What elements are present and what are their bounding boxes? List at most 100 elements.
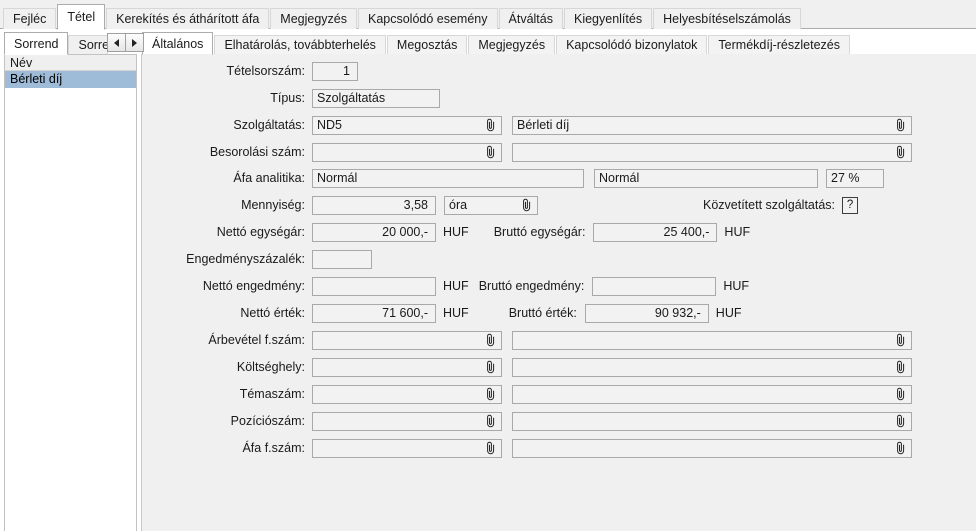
label-revenue-account: Árbevétel f.szám: <box>142 333 305 347</box>
lookup-paperclip-icon[interactable] <box>896 119 907 132</box>
lookup-paperclip-icon[interactable] <box>486 119 497 132</box>
input-cost-center-code[interactable] <box>312 358 502 377</box>
field-row-topic-number: Témaszám: <box>142 384 912 404</box>
input-classification-name[interactable] <box>512 143 912 162</box>
lookup-paperclip-icon[interactable] <box>486 388 497 401</box>
lookup-paperclip-icon[interactable] <box>896 334 907 347</box>
field-row-discount-amount: Nettó engedmény: HUF Bruttó engedmény: H… <box>142 276 749 296</box>
tab-elhatarolas-tovabbterheles[interactable]: Elhatárolás, továbbterhelés <box>214 35 385 54</box>
field-row-discount-percent: Engedményszázalék: <box>142 249 372 269</box>
lookup-paperclip-icon[interactable] <box>896 146 907 159</box>
label-type: Típus: <box>142 91 305 105</box>
input-position-number-code[interactable] <box>312 412 502 431</box>
tab-kapcsolodo-bizonylatok[interactable]: Kapcsolódó bizonylatok <box>556 35 707 54</box>
field-row-vat-analytics: Áfa analitika: Normál Normál 27 % <box>142 168 884 188</box>
scroll-right-button[interactable] <box>126 33 144 52</box>
input-vat-analytics-name[interactable]: Normál <box>594 169 818 188</box>
input-gross-value[interactable]: 90 932,- <box>585 304 709 323</box>
currency-net-value: HUF <box>443 306 469 320</box>
input-vat-account-code[interactable] <box>312 439 502 458</box>
field-row-position-number: Pozíciószám: <box>142 411 912 431</box>
lookup-paperclip-icon[interactable] <box>486 146 497 159</box>
input-discount-percent[interactable] <box>312 250 372 269</box>
field-row-item-number: Tételsorszám: 1 <box>142 61 912 81</box>
currency-gross-unit-price: HUF <box>724 225 750 239</box>
tab-megosztas[interactable]: Megosztás <box>387 35 467 54</box>
lookup-paperclip-icon[interactable] <box>486 415 497 428</box>
tab-altalanos[interactable]: Általános <box>142 32 213 55</box>
input-item-number[interactable]: 1 <box>312 62 358 81</box>
currency-net-unit-price: HUF <box>443 225 469 239</box>
input-net-value[interactable]: 71 600,- <box>312 304 436 323</box>
input-quantity-unit[interactable]: óra <box>444 196 538 215</box>
sidebar-tabstrip: Sorrend Sorrend <box>4 31 144 54</box>
tab-megjegyzes[interactable]: Megjegyzés <box>270 8 357 29</box>
input-topic-number-name[interactable] <box>512 385 912 404</box>
tab-fejlec[interactable]: Fejléc <box>3 8 56 29</box>
main-tabstrip: Fejléc Tétel Kerekítés és áthárított áfa… <box>0 3 976 29</box>
input-vat-rate[interactable]: 27 % <box>826 169 884 188</box>
field-row-value: Nettó érték: 71 600,- HUF Bruttó érték: … <box>142 303 742 323</box>
input-net-unit-price[interactable]: 20 000,- <box>312 223 436 242</box>
label-gross-discount: Bruttó engedmény: <box>479 279 585 293</box>
label-position-number: Pozíciószám: <box>142 414 305 428</box>
lookup-paperclip-icon[interactable] <box>896 388 907 401</box>
detail-tabstrip: Általános Elhatárolás, továbbterhelés Me… <box>142 31 851 54</box>
label-service: Szolgáltatás: <box>142 118 305 132</box>
input-position-number-name[interactable] <box>512 412 912 431</box>
tab-kerekites-es-atharitott-afa[interactable]: Kerekítés és áthárított áfa <box>106 8 269 29</box>
lookup-paperclip-icon[interactable] <box>486 361 497 374</box>
lookup-paperclip-icon[interactable] <box>486 442 497 455</box>
label-net-unit-price: Nettó egységár: <box>142 225 305 239</box>
lookup-paperclip-icon[interactable] <box>896 442 907 455</box>
field-row-vat-account: Áfa f.szám: <box>142 438 912 458</box>
lookup-paperclip-icon[interactable] <box>486 334 497 347</box>
lookup-paperclip-icon[interactable] <box>896 415 907 428</box>
tab-atvaltas[interactable]: Átváltás <box>499 8 563 29</box>
item-detail-panel: Tételsorszám: 1 Típus: Szolgáltatás Szol… <box>141 54 976 531</box>
tab-megjegyzes-detail[interactable]: Megjegyzés <box>468 35 555 54</box>
item-list-panel: Név Bérleti díj <box>4 54 137 531</box>
label-gross-unit-price: Bruttó egységár: <box>494 225 586 239</box>
input-revenue-account-name[interactable] <box>512 331 912 350</box>
quantity-unit-text: óra <box>449 198 467 212</box>
input-service-code[interactable]: ND5 <box>312 116 502 135</box>
lookup-paperclip-icon[interactable] <box>896 361 907 374</box>
mediated-service-question-button[interactable]: ? <box>842 197 858 214</box>
input-gross-unit-price[interactable]: 25 400,- <box>593 223 717 242</box>
input-vat-analytics[interactable]: Normál <box>312 169 584 188</box>
label-vat-analytics: Áfa analitika: <box>142 171 305 185</box>
list-item[interactable]: Bérleti díj <box>5 71 136 88</box>
tab-tetel[interactable]: Tétel <box>57 4 105 30</box>
input-classification-code[interactable] <box>312 143 502 162</box>
tab-helyesbiteselszamolas[interactable]: Helyesbítéselszámolás <box>653 8 801 29</box>
input-service-name[interactable]: Bérleti díj <box>512 116 912 135</box>
input-revenue-account-code[interactable] <box>312 331 502 350</box>
input-cost-center-name[interactable] <box>512 358 912 377</box>
chevron-left-icon <box>114 39 119 47</box>
list-column-header-nev[interactable]: Név <box>5 55 136 71</box>
input-type[interactable]: Szolgáltatás <box>312 89 440 108</box>
sidebar-tab-sorrend-2[interactable]: Sorrend <box>68 35 108 54</box>
field-row-cost-center: Költséghely: <box>142 357 912 377</box>
input-gross-discount[interactable] <box>592 277 716 296</box>
tab-kiegyenlites[interactable]: Kiegyenlítés <box>564 8 652 29</box>
chevron-right-icon <box>132 39 137 47</box>
tab-termekdij-reszletezes[interactable]: Termékdíj-részletezés <box>708 35 850 54</box>
label-net-value: Nettó érték: <box>142 306 305 320</box>
input-vat-account-name[interactable] <box>512 439 912 458</box>
secondary-tabstrip: Sorrend Sorrend Általános Elhatárolás, t… <box>0 29 976 54</box>
input-quantity[interactable]: 3,58 <box>312 196 436 215</box>
input-topic-number-code[interactable] <box>312 385 502 404</box>
label-item-number: Tételsorszám: <box>142 64 305 78</box>
field-row-revenue-account: Árbevétel f.szám: <box>142 330 912 350</box>
label-cost-center: Költséghely: <box>142 360 305 374</box>
label-mediated-service: Közvetített szolgáltatás: <box>703 198 835 212</box>
input-net-discount[interactable] <box>312 277 436 296</box>
lookup-paperclip-icon[interactable] <box>522 199 533 212</box>
scroll-left-button[interactable] <box>107 33 126 52</box>
tab-kapcsolodo-esemeny[interactable]: Kapcsolódó esemény <box>358 8 498 29</box>
sidebar-tab-sorrend-1[interactable]: Sorrend <box>4 32 68 55</box>
label-classification: Besorolási szám: <box>142 145 305 159</box>
field-row-classification: Besorolási szám: <box>142 142 912 162</box>
